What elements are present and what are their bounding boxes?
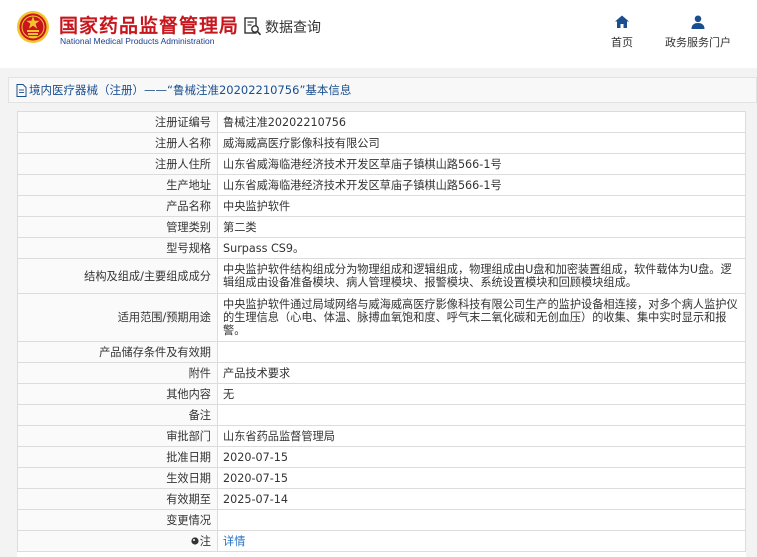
nav-service-label: 政务服务门户 xyxy=(665,36,731,49)
field-label: 审批部门 xyxy=(17,425,218,447)
table-row: 变更情况 xyxy=(17,509,746,531)
field-value: 2020-07-15 xyxy=(217,467,746,489)
table-row: 生产地址 山东省威海临港经济技术开发区草庙子镇棋山路566-1号 xyxy=(17,174,746,196)
table-row: 附件 产品技术要求 xyxy=(17,362,746,384)
table-row: 注册人名称 威海威高医疗影像科技有限公司 xyxy=(17,132,746,154)
field-label: 适用范围/预期用途 xyxy=(17,293,218,342)
document-icon xyxy=(16,83,27,97)
field-value xyxy=(217,509,746,531)
field-value: 第二类 xyxy=(217,216,746,238)
table-row: 审批部门 山东省药品监督管理局 xyxy=(17,425,746,447)
field-value: 鲁械注准20202210756 xyxy=(217,111,746,133)
table-row: 生效日期 2020-07-15 xyxy=(17,467,746,489)
table-row: 其他内容无 xyxy=(17,383,746,405)
field-label: 有效期至 xyxy=(17,488,218,510)
table-row: 注册证编号 鲁械注准20202210756 xyxy=(17,111,746,133)
field-label: 生效日期 xyxy=(17,467,218,489)
field-label: 结构及组成/主要组成成分 xyxy=(17,258,218,294)
field-label: 产品名称 xyxy=(17,195,218,217)
nav-home-label: 首页 xyxy=(611,36,633,49)
field-label: 变更情况 xyxy=(17,509,218,531)
table-row: 产品名称 中央监护软件 xyxy=(17,195,746,217)
field-value: Surpass CS9。 xyxy=(217,237,746,259)
field-label: 管理类别 xyxy=(17,216,218,238)
field-value: 威海威高医疗影像科技有限公司 xyxy=(217,132,746,154)
note-label-cell: 注 xyxy=(17,530,218,552)
user-icon xyxy=(691,15,705,29)
field-value: 山东省药品监督管理局 xyxy=(217,425,746,447)
field-value xyxy=(217,341,746,363)
nav-service-portal[interactable]: 政务服务门户 xyxy=(659,14,737,50)
home-icon xyxy=(615,15,629,28)
field-label: 注册人名称 xyxy=(17,132,218,154)
field-label: 其他内容 xyxy=(17,383,218,405)
record-title-bar: 境内医疗器械（注册）——“鲁械注准20202210756”基本信息 xyxy=(8,77,757,103)
field-value: 中央监护软件通过局域网络与威海威高医疗影像科技有限公司生产的监护设备相连接，对多… xyxy=(217,293,746,342)
table-row: 批准日期 2020-07-15 xyxy=(17,446,746,468)
table-row: 结构及组成/主要组成成分 中央监护软件结构组成分为物理组成和逻辑组成，物理组成由U… xyxy=(17,258,746,294)
note-value-cell: 详情 xyxy=(217,530,746,552)
field-label: 注册证编号 xyxy=(17,111,218,133)
note-label: 注 xyxy=(199,534,211,548)
table-row: 管理类别 第二类 xyxy=(17,216,746,238)
pin-icon xyxy=(191,536,199,545)
record-title: 境内医疗器械（注册）——“鲁械注准20202210756”基本信息 xyxy=(29,83,352,97)
field-label: 型号规格 xyxy=(17,237,218,259)
field-value: 中央监护软件 xyxy=(217,195,746,217)
field-label: 批准日期 xyxy=(17,446,218,468)
field-value xyxy=(217,404,746,426)
info-panel: 注册证编号 鲁械注准20202210756 注册人名称 威海威高医疗影像科技有限公司… xyxy=(17,111,746,557)
data-query-label: 数据查询 xyxy=(265,20,321,36)
info-table: 注册证编号 鲁械注准20202210756 注册人名称 威海威高医疗影像科技有限公司… xyxy=(17,111,746,552)
site-title: 国家药品监督管理局 xyxy=(59,15,240,37)
field-value: 山东省威海临港经济技术开发区草庙子镇棋山路566-1号 xyxy=(217,153,746,175)
field-label: 注册人住所 xyxy=(17,153,218,175)
emblem-icon xyxy=(17,11,49,43)
site-subtitle: National Medical Products Administration xyxy=(60,36,215,46)
data-query-link[interactable]: 数据查询 xyxy=(244,17,321,37)
field-value: 2025-07-14 xyxy=(217,488,746,510)
detail-link[interactable]: 详情 xyxy=(223,535,245,548)
document-search-icon xyxy=(244,17,262,36)
field-value: 产品技术要求 xyxy=(217,362,746,384)
table-row: 有效期至 2025-07-14 xyxy=(17,488,746,510)
field-value: 2020-07-15 xyxy=(217,446,746,468)
table-row: 注册人住所 山东省威海临港经济技术开发区草庙子镇棋山路566-1号 xyxy=(17,153,746,175)
table-row-note: 注 详情 xyxy=(17,530,746,552)
table-row: 产品储存条件及有效期 xyxy=(17,341,746,363)
field-label: 产品储存条件及有效期 xyxy=(17,341,218,363)
field-value: 山东省威海临港经济技术开发区草庙子镇棋山路566-1号 xyxy=(217,174,746,196)
field-label: 生产地址 xyxy=(17,174,218,196)
field-value: 无 xyxy=(217,383,746,405)
table-row: 适用范围/预期用途 中央监护软件通过局域网络与威海威高医疗影像科技有限公司生产的监… xyxy=(17,293,746,342)
table-row: 备注 xyxy=(17,404,746,426)
field-value: 中央监护软件结构组成分为物理组成和逻辑组成，物理组成由U盘和加密装置组成，软件载… xyxy=(217,258,746,294)
field-label: 备注 xyxy=(17,404,218,426)
table-row: 型号规格 Surpass CS9。 xyxy=(17,237,746,259)
field-label: 附件 xyxy=(17,362,218,384)
site-header: 国家药品监督管理局 National Medical Products Admi… xyxy=(0,0,757,68)
nav-home[interactable]: 首页 xyxy=(605,14,639,50)
